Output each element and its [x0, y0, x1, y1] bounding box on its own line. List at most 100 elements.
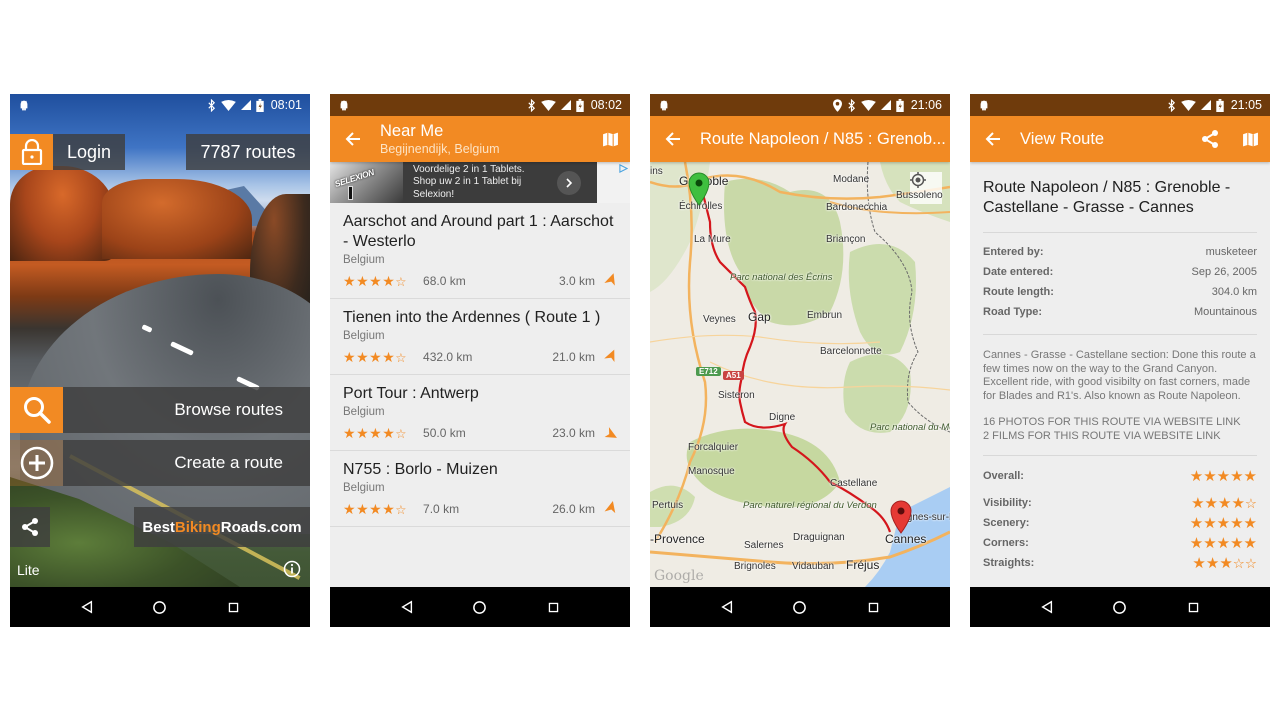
map-place-label: ins	[650, 166, 663, 177]
recents-square-icon	[227, 601, 240, 614]
website-link[interactable]: Best Biking Roads.com	[134, 507, 310, 547]
browse-routes-button[interactable]: Browse routes	[63, 387, 310, 433]
park-area	[848, 244, 916, 355]
back-button[interactable]	[650, 116, 696, 162]
nav-back-button[interactable]	[72, 592, 102, 622]
start-pin-icon[interactable]	[688, 172, 710, 206]
map-park-label: Parc naturel régional du Verdon	[743, 500, 877, 511]
nav-home-button[interactable]	[145, 592, 175, 622]
share-button[interactable]	[10, 507, 50, 547]
star-filled-icon: ★	[1189, 468, 1204, 485]
back-triangle-icon	[720, 600, 734, 614]
back-button[interactable]	[970, 116, 1016, 162]
road-badge: E712	[696, 367, 721, 376]
ad-banner[interactable]: SELEXION Voordelige 2 in 1 Tablets. Shop…	[330, 162, 630, 203]
route-distance: 23.0 km	[552, 426, 595, 440]
star-filled-icon: ★	[343, 500, 357, 517]
nav-home-button[interactable]	[1105, 592, 1135, 622]
signal-icon	[881, 100, 891, 110]
back-button[interactable]	[330, 116, 376, 162]
nav-recents-button[interactable]	[1178, 592, 1208, 622]
star-filled-icon: ★	[382, 272, 396, 289]
status-time: 21:05	[1230, 98, 1262, 112]
system-nav-bar	[650, 587, 950, 627]
rating-stars: ★★★★☆	[343, 273, 407, 290]
rating-row: Scenery: ★★★★★	[983, 515, 1257, 532]
route-title: Tienen into the Ardennes ( Route 1 )	[343, 309, 601, 326]
system-nav-bar	[330, 587, 630, 627]
arrow-left-icon	[345, 131, 361, 147]
map-place-label: Modane	[833, 174, 870, 185]
route-list-item[interactable]: Port Tour : Antwerp Belgium ★★★★☆ 50.0 k…	[330, 375, 630, 451]
arrow-left-icon	[665, 131, 681, 147]
browse-routes-icon-button[interactable]	[10, 387, 63, 433]
battery-charging-icon	[896, 99, 904, 112]
share-button[interactable]	[1190, 116, 1230, 162]
near-me-screen: 08:02 Near Me Begijnendijk, Belgium SELE…	[330, 94, 630, 627]
star-filled-icon: ★	[1219, 555, 1233, 572]
battery-charging-icon	[1216, 99, 1224, 112]
route-distance: 21.0 km	[552, 350, 595, 364]
route-map[interactable]: ins Grenoble Échirolles Modane Bardonecc…	[650, 162, 950, 587]
road	[650, 334, 881, 345]
star-empty-icon: ☆	[1244, 556, 1257, 571]
star-empty-icon: ☆	[395, 350, 408, 365]
create-route-button[interactable]: Create a route	[63, 440, 310, 486]
route-list-item[interactable]: N755 : Borlo - Muizen Belgium ★★★★☆ 7.0 …	[330, 451, 630, 527]
hero-background-image	[10, 94, 310, 627]
map-place-label: Gap	[748, 310, 771, 324]
star-filled-icon: ★	[369, 348, 383, 365]
map-view-button[interactable]	[590, 116, 630, 162]
battery-charging-icon	[256, 99, 264, 112]
end-pin-icon[interactable]	[890, 500, 912, 534]
media-links[interactable]: 16 PHOTOS FOR THIS ROUTE VIA WEBSITE LIN…	[983, 416, 1257, 443]
share-icon	[20, 517, 40, 537]
recents-square-icon	[1187, 601, 1200, 614]
brand-part-highlight: Biking	[174, 518, 221, 536]
road	[709, 361, 950, 391]
nav-recents-button[interactable]	[218, 592, 248, 622]
nav-back-button[interactable]	[1032, 592, 1062, 622]
rating-stars: ★★★★☆	[343, 425, 407, 442]
ad-open-button[interactable]	[557, 170, 581, 195]
page-title: View Route	[1020, 129, 1105, 148]
info-icon[interactable]	[283, 560, 301, 578]
back-triangle-icon	[400, 600, 414, 614]
route-distance: 3.0 km	[558, 274, 595, 288]
rating-row: Overall: ★★★★★	[983, 468, 1257, 485]
map-place-label: Digne	[769, 412, 796, 423]
hero-rock	[10, 166, 115, 261]
direction-arrow-icon	[601, 348, 618, 365]
map-place-label: Cannes	[885, 532, 927, 546]
nav-back-button[interactable]	[712, 592, 742, 622]
route-list-item[interactable]: Tienen into the Ardennes ( Route 1 ) Bel…	[330, 299, 630, 375]
star-filled-icon: ★	[1216, 468, 1231, 485]
films-link[interactable]: 2 FILMS FOR THIS ROUTE VIA WEBSITE LINK	[983, 430, 1257, 444]
map-park-label: Parc national des Écrins	[730, 272, 833, 283]
create-route-icon-button[interactable]	[10, 440, 63, 486]
route-title: Port Tour : Antwerp	[343, 385, 479, 402]
description-text: Cannes - Grasse - Castellane section: Do…	[983, 349, 1256, 402]
star-filled-icon: ★	[356, 424, 370, 441]
nav-recents-button[interactable]	[858, 592, 888, 622]
route-list-item[interactable]: Aarschot and Around part 1 : Aarschot - …	[330, 203, 630, 299]
star-filled-icon: ★	[369, 424, 383, 441]
star-filled-icon: ★	[382, 424, 396, 441]
nav-back-button[interactable]	[392, 592, 422, 622]
photos-link[interactable]: 16 PHOTOS FOR THIS ROUTE VIA WEBSITE LIN…	[983, 416, 1257, 430]
nav-home-button[interactable]	[465, 592, 495, 622]
star-empty-icon: ☆	[1232, 556, 1245, 571]
map-place-label: La Mure	[694, 234, 731, 245]
battery-charging-icon	[576, 99, 584, 112]
map-place-label: Bardonecchia	[826, 202, 888, 213]
login-button[interactable]	[10, 134, 53, 170]
nav-recents-button[interactable]	[538, 592, 568, 622]
map-place-label: Salernes	[744, 540, 784, 551]
login-label[interactable]: Login	[53, 134, 125, 170]
map-view-button[interactable]	[1230, 116, 1270, 162]
nav-home-button[interactable]	[785, 592, 815, 622]
bluetooth-icon	[1167, 99, 1176, 112]
star-filled-icon: ★	[356, 348, 370, 365]
park-area-mercantour	[843, 354, 911, 433]
adchoices-icon[interactable]	[619, 164, 628, 173]
